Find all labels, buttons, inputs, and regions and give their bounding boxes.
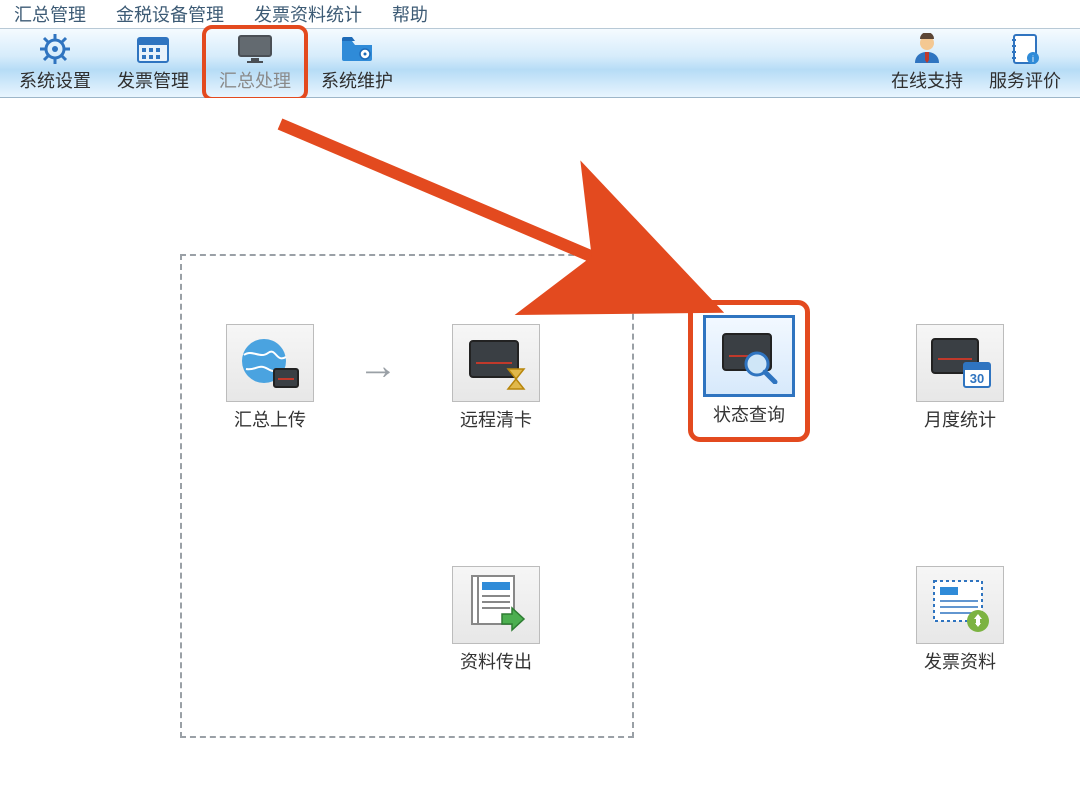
toolbar-label: 发票管理 xyxy=(117,67,189,93)
globe-upload-icon xyxy=(238,335,302,391)
toolbar-label: 在线支持 xyxy=(891,67,963,93)
folder-gear-icon xyxy=(339,33,375,65)
toolbar: 系统设置 发票管理 汇总处理 系统维护 在线支持 xyxy=(0,28,1080,98)
toolbar-label: 系统维护 xyxy=(321,67,393,93)
toolbar-spacer xyxy=(406,29,878,97)
flow-arrow-icon: → xyxy=(358,344,398,389)
toolbar-system-maint[interactable]: 系统维护 xyxy=(308,29,406,97)
card-label: 资料传出 xyxy=(450,648,542,674)
card-monthly-stats[interactable]: 30 月度统计 xyxy=(914,324,1006,432)
card-data-export[interactable]: 资料传出 xyxy=(450,566,542,674)
card-frame xyxy=(452,324,540,402)
menu-bar: 汇总管理 金税设备管理 发票资料统计 帮助 xyxy=(0,0,1080,28)
monitor-hourglass-icon xyxy=(464,335,528,391)
card-frame xyxy=(452,566,540,644)
card-summary-upload[interactable]: 汇总上传 xyxy=(224,324,316,432)
toolbar-label: 汇总处理 xyxy=(219,67,291,93)
toolbar-service-rating[interactable]: i 服务评价 xyxy=(976,29,1074,97)
card-frame xyxy=(703,315,795,397)
menu-invoice-stats[interactable]: 发票资料统计 xyxy=(254,1,362,27)
notebook-icon: i xyxy=(1007,33,1043,65)
monitor-search-icon xyxy=(717,328,781,384)
card-label: 远程清卡 xyxy=(450,406,542,432)
gear-icon xyxy=(37,33,73,65)
card-label: 月度统计 xyxy=(914,406,1006,432)
invoice-icon xyxy=(928,575,992,635)
content-area: 汇总上传 → 远程清卡 xyxy=(0,98,1080,806)
monitor-icon xyxy=(237,33,273,65)
card-invoice-data[interactable]: 发票资料 xyxy=(914,566,1006,674)
toolbar-invoice-mgmt[interactable]: 发票管理 xyxy=(104,29,202,97)
card-label: 状态查询 xyxy=(703,401,795,427)
card-label: 发票资料 xyxy=(914,648,1006,674)
support-person-icon xyxy=(909,33,945,65)
highlight-status-query: 状态查询 xyxy=(688,300,810,442)
svg-text:30: 30 xyxy=(970,371,984,386)
toolbar-system-settings[interactable]: 系统设置 xyxy=(6,29,104,97)
monitor-calendar-icon: 30 xyxy=(928,335,992,391)
calendar-icon xyxy=(135,33,171,65)
toolbar-label: 系统设置 xyxy=(19,67,91,93)
toolbar-summary-process[interactable]: 汇总处理 xyxy=(202,25,308,101)
card-frame xyxy=(226,324,314,402)
card-label: 汇总上传 xyxy=(224,406,316,432)
card-remote-clear[interactable]: 远程清卡 xyxy=(450,324,542,432)
document-export-icon xyxy=(466,574,526,636)
svg-text:i: i xyxy=(1032,54,1034,64)
menu-summary-mgmt[interactable]: 汇总管理 xyxy=(14,1,86,27)
card-status-query[interactable]: 状态查询 xyxy=(703,315,795,427)
toolbar-online-support[interactable]: 在线支持 xyxy=(878,29,976,97)
card-frame xyxy=(916,566,1004,644)
menu-tax-device[interactable]: 金税设备管理 xyxy=(116,1,224,27)
menu-help[interactable]: 帮助 xyxy=(392,1,428,27)
card-frame: 30 xyxy=(916,324,1004,402)
toolbar-label: 服务评价 xyxy=(989,67,1061,93)
